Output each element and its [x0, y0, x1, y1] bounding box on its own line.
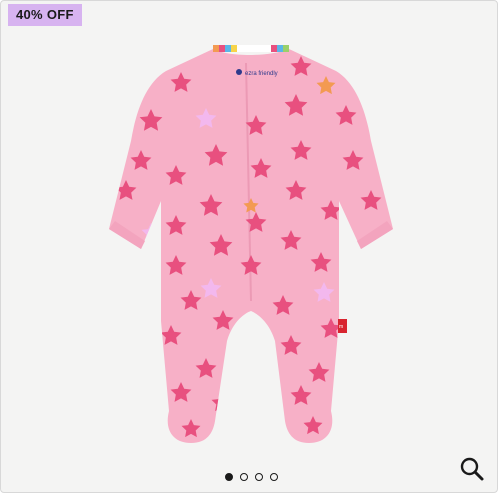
svg-text:m: m: [339, 324, 343, 330]
carousel-indicators: [225, 473, 278, 481]
carousel-dot-3[interactable]: [255, 473, 263, 481]
carousel-dot-1[interactable]: [225, 473, 233, 481]
search-icon: [460, 457, 484, 481]
svg-text:ezra friendly: ezra friendly: [245, 71, 278, 77]
product-image-frame: ezra friendly m 40% OFF: [0, 0, 498, 493]
carousel-dot-2[interactable]: [240, 473, 248, 481]
carousel-dot-4[interactable]: [270, 473, 278, 481]
collar-trim: [213, 45, 289, 52]
discount-badge-label: 40% OFF: [16, 7, 74, 22]
discount-badge: 40% OFF: [8, 4, 82, 26]
product-image[interactable]: ezra friendly m: [1, 1, 499, 494]
zoom-button[interactable]: [459, 456, 485, 482]
sleeper-illustration: ezra friendly m: [109, 45, 393, 443]
